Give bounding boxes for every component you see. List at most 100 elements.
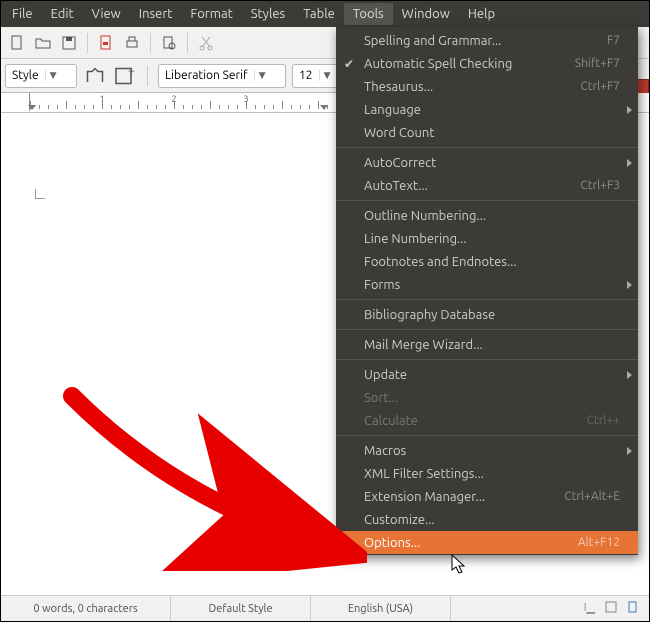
menubar-item-format[interactable]: Format [181, 3, 241, 25]
new-style-button[interactable]: + [113, 64, 137, 88]
menu-item-spelling-and-grammar[interactable]: Spelling and Grammar... F7 [336, 29, 638, 52]
menu-item-label: Forms [364, 278, 620, 292]
menu-item-label: Mail Merge Wizard... [364, 338, 620, 352]
menubar-item-tools[interactable]: Tools [344, 3, 393, 25]
submenu-arrow-icon [627, 447, 632, 455]
menubar-item-styles[interactable]: Styles [242, 3, 294, 25]
menu-item-autocorrect[interactable]: AutoCorrect [336, 151, 638, 174]
menu-item-label: Customize... [364, 513, 620, 527]
menu-item-shortcut: Ctrl++ [587, 414, 620, 427]
menubar-item-window[interactable]: Window [393, 3, 459, 25]
menu-item-label: Bibliography Database [364, 308, 620, 322]
menu-item-label: Update [364, 368, 620, 382]
separator [87, 33, 88, 53]
menu-item-label: Thesaurus... [364, 80, 570, 94]
menu-item-options[interactable]: Options... Alt+F12 [336, 531, 638, 554]
menu-item-label: Line Numbering... [364, 232, 620, 246]
menu-item-mail-merge-wizard[interactable]: Mail Merge Wizard... [336, 333, 638, 356]
menu-item-calculate: Calculate Ctrl++ [336, 409, 638, 432]
separator [187, 33, 188, 53]
menubar-item-insert[interactable]: Insert [130, 3, 182, 25]
cut-button[interactable] [194, 31, 218, 55]
submenu-arrow-icon [627, 371, 632, 379]
save-status-icon[interactable] [605, 601, 617, 616]
menubar-item-file[interactable]: File [3, 3, 42, 25]
paragraph-style-value: Style [6, 69, 45, 82]
menu-item-label: Outline Numbering... [364, 209, 620, 223]
menu-item-label: Macros [364, 444, 620, 458]
word-count-status[interactable]: 0 words, 0 characters [1, 596, 171, 621]
submenu-arrow-icon [627, 281, 632, 289]
signature-status-icon[interactable] [627, 601, 639, 616]
menu-item-shortcut: Alt+F12 [578, 536, 620, 549]
menu-item-bibliography-database[interactable]: Bibliography Database [336, 303, 638, 326]
new-doc-button[interactable] [5, 31, 29, 55]
menubar-item-table[interactable]: Table [294, 3, 344, 25]
menu-item-label: Spelling and Grammar... [364, 34, 597, 48]
menu-item-shortcut: F7 [607, 34, 620, 47]
menu-item-thesaurus[interactable]: Thesaurus... Ctrl+F7 [336, 75, 638, 98]
menu-item-extension-manager[interactable]: Extension Manager... Ctrl+Alt+E [336, 485, 638, 508]
svg-text:+: + [128, 64, 135, 77]
font-size-value: 12 [293, 69, 319, 82]
insert-mode-icon[interactable]: I▁ [584, 601, 595, 616]
update-style-button[interactable] [83, 64, 107, 88]
menu-item-shortcut: Shift+F7 [575, 57, 620, 70]
separator [150, 33, 151, 53]
font-name-value: Liberation Serif [159, 69, 254, 82]
menu-item-label: Language [364, 103, 620, 117]
menu-item-word-count[interactable]: Word Count [336, 121, 638, 144]
menubar-item-edit[interactable]: Edit [42, 3, 83, 25]
print-button[interactable] [120, 31, 144, 55]
menu-item-line-numbering[interactable]: Line Numbering... [336, 227, 638, 250]
menu-item-shortcut: Ctrl+F3 [580, 179, 620, 192]
status-bar: 0 words, 0 characters Default Style Engl… [1, 595, 649, 621]
menubar-item-help[interactable]: Help [459, 3, 504, 25]
menu-separator [336, 359, 638, 360]
menu-item-sort: Sort... [336, 386, 638, 409]
menubar-item-view[interactable]: View [83, 3, 130, 25]
menu-item-label: Extension Manager... [364, 490, 554, 504]
language-status[interactable]: English (USA) [311, 596, 451, 621]
tools-menu-dropdown: Spelling and Grammar... F7 ✔ Automatic Spel… [336, 27, 638, 555]
menu-item-update[interactable]: Update [336, 363, 638, 386]
menu-item-autotext[interactable]: AutoText...Ctrl+F3 [336, 174, 638, 197]
menu-item-shortcut: Ctrl+Alt+E [564, 490, 620, 503]
page-style-status[interactable]: Default Style [171, 596, 311, 621]
menu-item-footnotes-and-endnotes[interactable]: Footnotes and Endnotes... [336, 250, 638, 273]
submenu-arrow-icon [627, 106, 632, 114]
font-name-combo[interactable]: Liberation Serif ▼ [158, 64, 286, 88]
menu-item-automatic-spell-checking[interactable]: ✔ Automatic Spell Checking Shift+F7 [336, 52, 638, 75]
menu-item-macros[interactable]: Macros [336, 439, 638, 462]
menu-item-label: Automatic Spell Checking [364, 57, 565, 71]
menu-item-label: Options... [364, 536, 568, 550]
chevron-down-icon: ▼ [319, 70, 335, 81]
font-size-combo[interactable]: 12 ▼ [292, 64, 338, 88]
menu-separator [336, 147, 638, 148]
export-pdf-button[interactable] [94, 31, 118, 55]
submenu-arrow-icon [627, 159, 632, 167]
check-icon: ✔ [344, 57, 354, 71]
print-preview-button[interactable] [157, 31, 181, 55]
menu-item-xml-filter-settings[interactable]: XML Filter Settings... [336, 462, 638, 485]
menu-item-label: XML Filter Settings... [364, 467, 620, 481]
menu-item-label: Footnotes and Endnotes... [364, 255, 620, 269]
menu-separator [336, 200, 638, 201]
save-button[interactable] [57, 31, 81, 55]
paragraph-style-combo[interactable]: Style ▼ [5, 64, 77, 88]
menu-item-label: Calculate [364, 414, 577, 428]
menu-separator [336, 299, 638, 300]
menu-item-customize[interactable]: Customize... [336, 508, 638, 531]
menu-item-shortcut: Ctrl+F7 [580, 80, 620, 93]
page-margin-marker [35, 189, 45, 199]
menubar: FileEditViewInsertFormatStylesTableTools… [1, 1, 649, 27]
menu-separator [336, 435, 638, 436]
menu-item-outline-numbering[interactable]: Outline Numbering... [336, 204, 638, 227]
open-button[interactable] [31, 31, 55, 55]
menu-item-language[interactable]: Language [336, 98, 638, 121]
chevron-down-icon: ▼ [45, 70, 61, 81]
menu-item-label: Sort... [364, 391, 620, 405]
separator [147, 66, 148, 86]
menu-item-label: AutoCorrect [364, 156, 620, 170]
menu-item-forms[interactable]: Forms [336, 273, 638, 296]
